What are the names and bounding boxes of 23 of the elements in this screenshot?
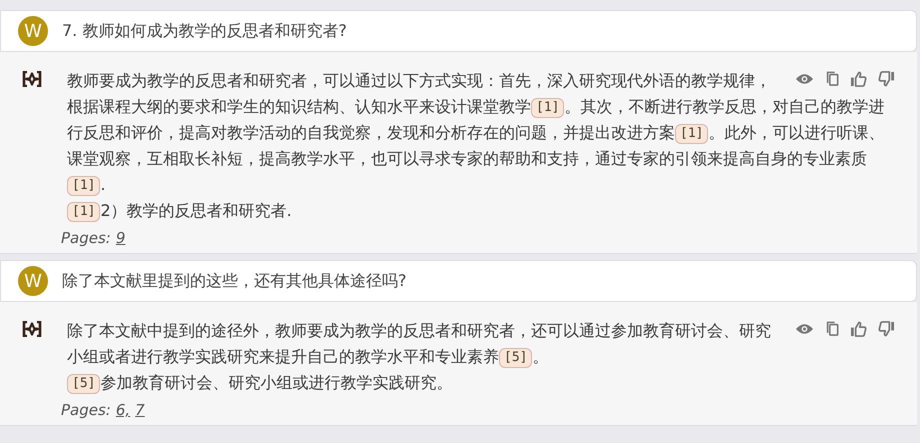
- user-avatar: W: [18, 16, 48, 46]
- question-text: 除了本文献里提到的这些，还有其他具体途径吗?: [62, 270, 406, 292]
- answer-paragraph: [1] 2）教学的反思者和研究者.: [67, 198, 895, 224]
- answer-paragraph: 教师要成为教学的反思者和研究者，可以通过以下方式实现：首先，深入研究现代外语的教学规律，根据课程大纲的要求和学生的知识结构、认知水平来设计课堂教学 [1] 。其次，不断进行教学反思，对自己的教学进行反思和评价，提高对教学活动的自我觉察，发现和分析存在的问题，并提出改进方案 [1] 。此外，可以进行听课、课堂观察，互相取长补短，提高教学水平，也可以寻求专家的帮助和支持，通过专家的引领来提高自身的专业素质 [1] .: [67, 70, 886, 198]
- thumbs-down-icon[interactable]: [878, 320, 895, 336]
- user-avatar: W: [18, 266, 48, 296]
- page-link[interactable]: 6,: [116, 401, 130, 419]
- bot-logo-icon: [22, 321, 42, 337]
- answer-paragraph: [5] 参加教育研讨会、研究小组或进行教学实践研究。: [67, 370, 895, 396]
- page-link[interactable]: 7: [135, 401, 145, 419]
- copy-icon[interactable]: [825, 320, 839, 337]
- copy-icon[interactable]: [825, 70, 839, 87]
- thumbs-up-icon[interactable]: [850, 70, 867, 86]
- question-text: 7. 教师如何成为教学的反思者和研究者?: [62, 20, 347, 42]
- page-link[interactable]: 9: [116, 229, 126, 247]
- pages-label: Pages:: [61, 229, 111, 247]
- thumbs-up-icon[interactable]: [850, 320, 867, 336]
- pages-label: Pages:: [61, 401, 111, 419]
- eye-icon[interactable]: [795, 322, 814, 336]
- answer-paragraph: 除了本文献中提到的途径外，教师要成为教学的反思者和研究者，还可以通过参加教育研讨会、研究小组或者进行教学实践研究来提升自己的教学水平和专业素养 [5] 。: [67, 320, 772, 370]
- thumbs-down-icon[interactable]: [878, 70, 895, 86]
- eye-icon[interactable]: [795, 72, 814, 86]
- bot-logo-icon: [22, 71, 42, 87]
